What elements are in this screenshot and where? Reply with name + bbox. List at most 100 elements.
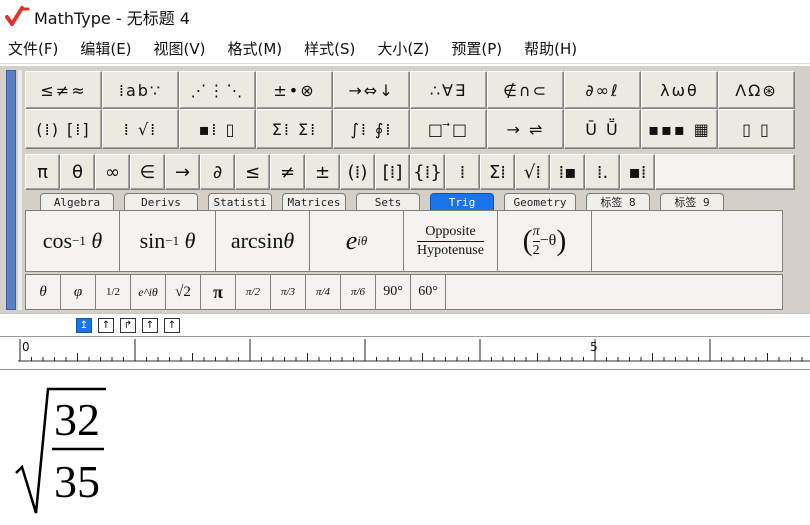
menu-preferences[interactable]: 预置(P) bbox=[451, 38, 502, 59]
arrow-symbols-palette[interactable]: →⇔↓ bbox=[333, 71, 410, 109]
pi-half-minus-theta-template[interactable]: ( π 2 −θ ) bbox=[498, 211, 592, 271]
pi-over-6-template[interactable]: π/6 bbox=[341, 275, 376, 309]
pi-button[interactable]: π bbox=[25, 154, 60, 190]
tab-matrices[interactable]: Matrices bbox=[282, 193, 346, 210]
sqrt-two-template[interactable]: √2 bbox=[166, 275, 201, 309]
bar-arrow-palette[interactable]: □ ⃗□ bbox=[410, 109, 487, 149]
opposite-hypotenuse-template[interactable]: Opposite Hypotenuse bbox=[404, 211, 498, 271]
toolbar-grip-edge bbox=[18, 70, 22, 310]
labeled-arrow-palette[interactable]: → ⇌ bbox=[487, 109, 564, 149]
presubscript-button[interactable]: ▪⁞ bbox=[620, 154, 655, 190]
title-bar: MathType - 无标题 4 bbox=[0, 0, 810, 34]
align-left-icon[interactable]: ↥ bbox=[76, 318, 92, 333]
pi-numerator: π bbox=[532, 223, 540, 239]
e-i-theta-template[interactable]: e^iθ bbox=[131, 275, 166, 309]
trig-template-row: cos −1 θ sin −1 θ arcsin θ e iθ Opposite Hyp… bbox=[25, 210, 783, 272]
right-arrow-button[interactable]: → bbox=[165, 154, 200, 190]
exp-base: e bbox=[345, 226, 358, 255]
theta-template[interactable]: θ bbox=[26, 275, 61, 309]
misc-symbols-palette[interactable]: ∂∞ℓ bbox=[564, 71, 641, 109]
tab-geometry[interactable]: Geometry bbox=[504, 193, 576, 210]
trig-template-empty-slot bbox=[592, 211, 782, 271]
pi-over-4-template[interactable]: π/4 bbox=[306, 275, 341, 309]
tab-8[interactable]: 标签 8 bbox=[586, 193, 650, 210]
pi-template[interactable]: π bbox=[201, 275, 236, 309]
fraction-radical-palette[interactable]: ⁞ √⁞ bbox=[102, 109, 179, 149]
align-center-icon[interactable]: ↑ bbox=[142, 318, 158, 333]
menu-view[interactable]: 视图(V) bbox=[154, 38, 206, 59]
menu-edit[interactable]: 编辑(E) bbox=[80, 38, 131, 59]
spaces-ellipses-palette[interactable]: ⁞ab∵ bbox=[102, 71, 179, 109]
matrix-palette[interactable]: ▪▪▪ ▦ bbox=[641, 109, 718, 149]
logical-symbols-palette[interactable]: ∴∀∃ bbox=[410, 71, 487, 109]
fence-templates-palette[interactable]: (⁞) [⁞] bbox=[25, 109, 102, 149]
sum-button[interactable]: Σ⁞ bbox=[480, 154, 515, 190]
plus-minus-button[interactable]: ± bbox=[305, 154, 340, 190]
exp-i-theta-template[interactable]: e iθ bbox=[310, 211, 404, 271]
tab-9[interactable]: 标签 9 bbox=[660, 193, 724, 210]
menu-format[interactable]: 格式(M) bbox=[228, 38, 283, 59]
opposite-label: Opposite bbox=[425, 223, 476, 239]
one-half-template[interactable]: 1/2 bbox=[96, 275, 131, 309]
arcsin-label: arcsin bbox=[230, 228, 284, 253]
sin-inverse-template[interactable]: sin −1 θ bbox=[120, 211, 216, 271]
fraction-button[interactable]: ⁞ bbox=[445, 154, 480, 190]
menu-help[interactable]: 帮助(H) bbox=[524, 38, 577, 59]
tab-statistics[interactable]: Statisti bbox=[208, 193, 272, 210]
less-equal-button[interactable]: ≤ bbox=[235, 154, 270, 190]
equation-document[interactable]: 32 35 bbox=[0, 371, 810, 525]
greek-lowercase-palette[interactable]: λωθ bbox=[641, 71, 718, 109]
arcsin-theta: θ bbox=[283, 228, 295, 253]
subscript-button[interactable]: ⁞. bbox=[585, 154, 620, 190]
equation-display[interactable]: 32 35 bbox=[14, 385, 124, 515]
parentheses-button[interactable]: (⁞) bbox=[340, 154, 375, 190]
infinity-button[interactable]: ∞ bbox=[95, 154, 130, 190]
ninety-degrees-template[interactable]: 90° bbox=[376, 275, 411, 309]
mathtype-logo-icon bbox=[5, 6, 30, 26]
element-of-button[interactable]: ∈ bbox=[130, 154, 165, 190]
menu-size[interactable]: 大小(Z) bbox=[377, 38, 429, 59]
box-templates-palette[interactable]: ▯ ▯ bbox=[718, 109, 795, 149]
cos-inverse-template[interactable]: cos −1 θ bbox=[26, 211, 120, 271]
sin-theta: θ bbox=[184, 228, 196, 253]
products-set-palette[interactable]: Ū Ṻ bbox=[564, 109, 641, 149]
tab-algebra[interactable]: Algebra bbox=[40, 193, 114, 210]
brackets-button[interactable]: [⁞] bbox=[375, 154, 410, 190]
menu-style[interactable]: 样式(S) bbox=[304, 38, 355, 59]
symbol-palette-row: ≤≠≈ ⁞ab∵ ⋰⋮⋱ ±•⊗ →⇔↓ ∴∀∃ ∉∩⊂ ∂∞ℓ λωθ ΛΩ⊛ bbox=[25, 71, 795, 109]
operator-symbols-palette[interactable]: ±•⊗ bbox=[256, 71, 333, 109]
arcsin-template[interactable]: arcsin θ bbox=[216, 211, 310, 271]
tab-sets[interactable]: Sets bbox=[356, 193, 420, 210]
partial-button[interactable]: ∂ bbox=[200, 154, 235, 190]
integral-palette[interactable]: ∫⁞ ∮⁞ bbox=[333, 109, 410, 149]
sixty-degrees-template[interactable]: 60° bbox=[411, 275, 446, 309]
align-up-icon[interactable]: ↑ bbox=[98, 318, 114, 333]
phi-template[interactable]: φ bbox=[61, 275, 96, 309]
cos-label: cos bbox=[42, 228, 73, 253]
toolbar-area: ≤≠≈ ⁞ab∵ ⋰⋮⋱ ±•⊗ →⇔↓ ∴∀∃ ∉∩⊂ ∂∞ℓ λωθ ΛΩ⊛… bbox=[0, 65, 810, 313]
summation-palette[interactable]: Σ⁞ Σ⁞ bbox=[256, 109, 333, 149]
align-top-icon[interactable]: ↑ bbox=[164, 318, 180, 333]
sqrt-button[interactable]: √⁞ bbox=[515, 154, 550, 190]
small-symbol-bar: π θ ∞ ∈ → ∂ ≤ ≠ ± (⁞) [⁞] {⁞} ⁞ Σ⁞ √⁞ ⁞▪… bbox=[25, 154, 795, 190]
ruler-ticks: 0 5 bbox=[18, 339, 810, 362]
pi-over-2-template[interactable]: π/2 bbox=[236, 275, 271, 309]
superscript-button[interactable]: ⁞▪ bbox=[550, 154, 585, 190]
embellishments-palette[interactable]: ⋰⋮⋱ bbox=[179, 71, 256, 109]
sin-label: sin bbox=[139, 228, 166, 253]
greek-uppercase-palette[interactable]: ΛΩ⊛ bbox=[718, 71, 795, 109]
theta-button[interactable]: θ bbox=[60, 154, 95, 190]
pi-over-3-template[interactable]: π/3 bbox=[271, 275, 306, 309]
subscript-superscript-palette[interactable]: ▪⁞ ▯ bbox=[179, 109, 256, 149]
set-theory-palette[interactable]: ∉∩⊂ bbox=[487, 71, 564, 109]
hypotenuse-label: Hypotenuse bbox=[417, 242, 484, 258]
not-equal-button[interactable]: ≠ bbox=[270, 154, 305, 190]
braces-button[interactable]: {⁞} bbox=[410, 154, 445, 190]
align-right-up-icon[interactable]: ↱ bbox=[120, 318, 136, 333]
relational-symbols-palette[interactable]: ≤≠≈ bbox=[25, 71, 102, 109]
left-paren-icon: ( bbox=[522, 224, 533, 257]
menu-file[interactable]: 文件(F) bbox=[8, 38, 58, 59]
tab-derivs[interactable]: Derivs bbox=[124, 193, 198, 210]
tab-trig[interactable]: Trig bbox=[430, 193, 494, 210]
toolbar-grip[interactable] bbox=[6, 70, 16, 310]
